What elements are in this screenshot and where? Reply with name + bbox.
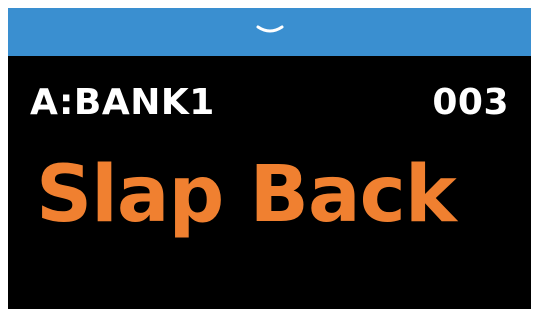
- preset-name: Slap Back: [36, 150, 457, 240]
- preset-display: A:BANK1 003 Slap Back: [8, 8, 531, 309]
- top-pull-bar[interactable]: [8, 8, 531, 56]
- bank-label: A:BANK1: [30, 82, 215, 123]
- preset-number: 003: [432, 82, 509, 123]
- chevron-down-icon[interactable]: [256, 24, 284, 36]
